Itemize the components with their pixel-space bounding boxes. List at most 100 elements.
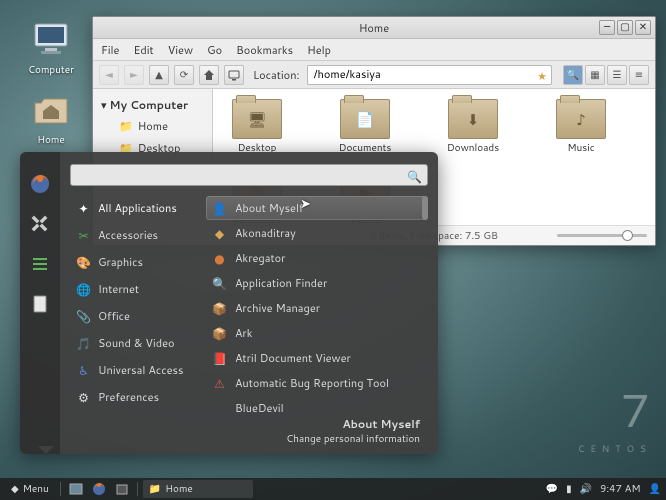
view-compact-button[interactable]: ≡ <box>629 65 649 85</box>
desktop-icon-label: Computer <box>20 63 82 77</box>
launcher-bar <box>20 152 60 454</box>
location-value: /home/kasiya <box>314 66 381 82</box>
zoom-slider[interactable] <box>557 228 647 242</box>
tray-clock[interactable]: 9:47 AM <box>600 482 641 496</box>
nav-home-button[interactable] <box>199 65 219 85</box>
category-internet[interactable]: 🌐Internet <box>70 277 198 301</box>
app-ark[interactable]: 📦Ark <box>206 321 428 345</box>
preferences-icon: ⚙ <box>76 390 91 405</box>
nav-computer-button[interactable] <box>224 65 244 85</box>
category-preferences[interactable]: ⚙Preferences <box>70 385 198 409</box>
separator <box>60 482 61 496</box>
bluetooth-icon <box>212 401 227 413</box>
os-name: CENTOS <box>578 442 652 455</box>
menu-icon: ◆ <box>11 482 19 496</box>
folder-item[interactable]: ⬇Downloads <box>437 99 509 155</box>
folder-item[interactable]: 📄Documents <box>329 99 401 155</box>
taskbar: ◆ Menu 📁 Home 💬 ▮ 🔊 9:47 AM 👤 <box>0 478 666 500</box>
app-atril[interactable]: 📕Atril Document Viewer <box>206 346 428 370</box>
folder-item[interactable]: ♪Music <box>545 99 617 155</box>
app-archive-manager[interactable]: 📦Archive Manager <box>206 296 428 320</box>
akonadi-icon: ◆ <box>212 226 227 241</box>
nav-reload-button[interactable]: ⟳ <box>174 65 194 85</box>
accessibility-icon: ♿ <box>76 363 91 378</box>
taskbar-files-launcher[interactable] <box>112 480 132 498</box>
bookmark-star-icon[interactable]: ★ <box>537 68 547 84</box>
internet-icon: 🌐 <box>76 282 91 297</box>
documents-glyph-icon: 📄 <box>341 100 389 138</box>
location-label: Location: <box>253 67 300 83</box>
menu-search-input[interactable]: 🔍 <box>70 164 428 186</box>
selected-app-description: Change personal information <box>78 432 420 446</box>
menu-search-field[interactable] <box>71 168 427 188</box>
folder-icon: 📁 <box>149 482 161 496</box>
tray-network-icon[interactable]: ▮ <box>566 482 572 496</box>
accessories-icon: ✂ <box>76 228 91 243</box>
app-scrollbar[interactable] <box>422 196 428 412</box>
archive-icon: 📦 <box>212 301 227 316</box>
category-all-applications[interactable]: ✦All Applications <box>70 196 198 220</box>
nav-back-button[interactable]: ◄ <box>99 65 119 85</box>
category-accessories[interactable]: ✂Accessories <box>70 223 198 247</box>
app-about-myself[interactable]: 👤About Myself <box>206 196 428 220</box>
window-minimize-button[interactable]: ─ <box>599 20 615 35</box>
hamburger-launcher-icon[interactable] <box>28 252 52 276</box>
computer-icon <box>30 18 72 60</box>
zoom-thumb[interactable] <box>622 230 633 241</box>
category-universal-access[interactable]: ♿Universal Access <box>70 358 198 382</box>
app-akonaditray[interactable]: ◆Akonaditray <box>206 221 428 245</box>
music-glyph-icon: ♪ <box>557 100 605 138</box>
sidebar-item-home[interactable]: 📁 Home <box>97 115 208 137</box>
folder-icon: 📁 <box>119 118 133 134</box>
folder-item[interactable]: 🖥Desktop <box>221 99 293 155</box>
sidebar-header[interactable]: ▾ My Computer <box>97 95 208 115</box>
application-menu: 🔍 ✦All Applications ✂Accessories 🎨Graphi… <box>20 152 438 454</box>
downloads-glyph-icon: ⬇ <box>449 100 497 138</box>
menu-go[interactable]: Go <box>207 42 222 58</box>
tools-launcher-icon[interactable] <box>28 212 52 236</box>
menu-view[interactable]: View <box>168 42 193 58</box>
taskbar-show-desktop[interactable] <box>66 480 86 498</box>
category-office[interactable]: 📎Office <box>70 304 198 328</box>
akregator-icon: ● <box>212 251 227 266</box>
menu-bookmarks[interactable]: Bookmarks <box>236 42 293 58</box>
desktop-icon-computer[interactable]: Computer <box>20 18 82 77</box>
menu-file[interactable]: File <box>101 42 119 58</box>
search-toggle-button[interactable]: 🔍 <box>563 65 583 85</box>
menu-edit[interactable]: Edit <box>133 42 153 58</box>
finder-icon: 🔍 <box>212 276 227 291</box>
app-abrt[interactable]: ⚠Automatic Bug Reporting Tool <box>206 371 428 395</box>
window-close-button[interactable]: ✕ <box>635 20 651 35</box>
view-icons-button[interactable]: ▦ <box>585 65 605 85</box>
menu-help[interactable]: Help <box>307 42 331 58</box>
selected-app-title: About Myself <box>78 416 420 432</box>
home-folder-icon <box>30 88 72 130</box>
desktop-icon-home[interactable]: Home <box>20 88 82 147</box>
app-bluedevil[interactable]: BlueDevil <box>206 396 428 412</box>
nav-up-button[interactable]: ▲ <box>149 65 169 85</box>
app-application-finder[interactable]: 🔍Application Finder <box>206 271 428 295</box>
graphics-icon: 🎨 <box>76 255 91 270</box>
window-titlebar[interactable]: Home ─ ▢ ✕ <box>93 17 655 39</box>
category-graphics[interactable]: 🎨Graphics <box>70 250 198 274</box>
tray-chat-icon[interactable]: 💬 <box>546 482 558 496</box>
desktop-icon-label: Home <box>20 133 82 147</box>
category-sound-video[interactable]: 🎵Sound & Video <box>70 331 198 355</box>
firefox-launcher-icon[interactable] <box>28 172 52 196</box>
taskbar-firefox-launcher[interactable] <box>89 480 109 498</box>
person-icon: 👤 <box>212 201 227 216</box>
view-list-button[interactable]: ☰ <box>607 65 627 85</box>
file-launcher-icon[interactable] <box>28 292 52 316</box>
location-input[interactable]: /home/kasiya ★ <box>307 65 552 85</box>
os-branding: 7 CENTOS <box>578 377 652 455</box>
menu-description: About Myself Change personal information <box>70 412 428 448</box>
tray-user-icon[interactable]: 👤 <box>649 482 661 496</box>
app-akregator[interactable]: ●Akregator <box>206 246 428 270</box>
tray-volume-icon[interactable]: 🔊 <box>580 482 592 496</box>
separator <box>137 482 138 496</box>
menu-button[interactable]: ◆ Menu <box>5 480 55 498</box>
scrollbar-thumb[interactable] <box>422 196 428 220</box>
taskbar-task-home[interactable]: 📁 Home <box>143 480 253 498</box>
nav-forward-button[interactable]: ► <box>124 65 144 85</box>
window-maximize-button[interactable]: ▢ <box>617 20 633 35</box>
